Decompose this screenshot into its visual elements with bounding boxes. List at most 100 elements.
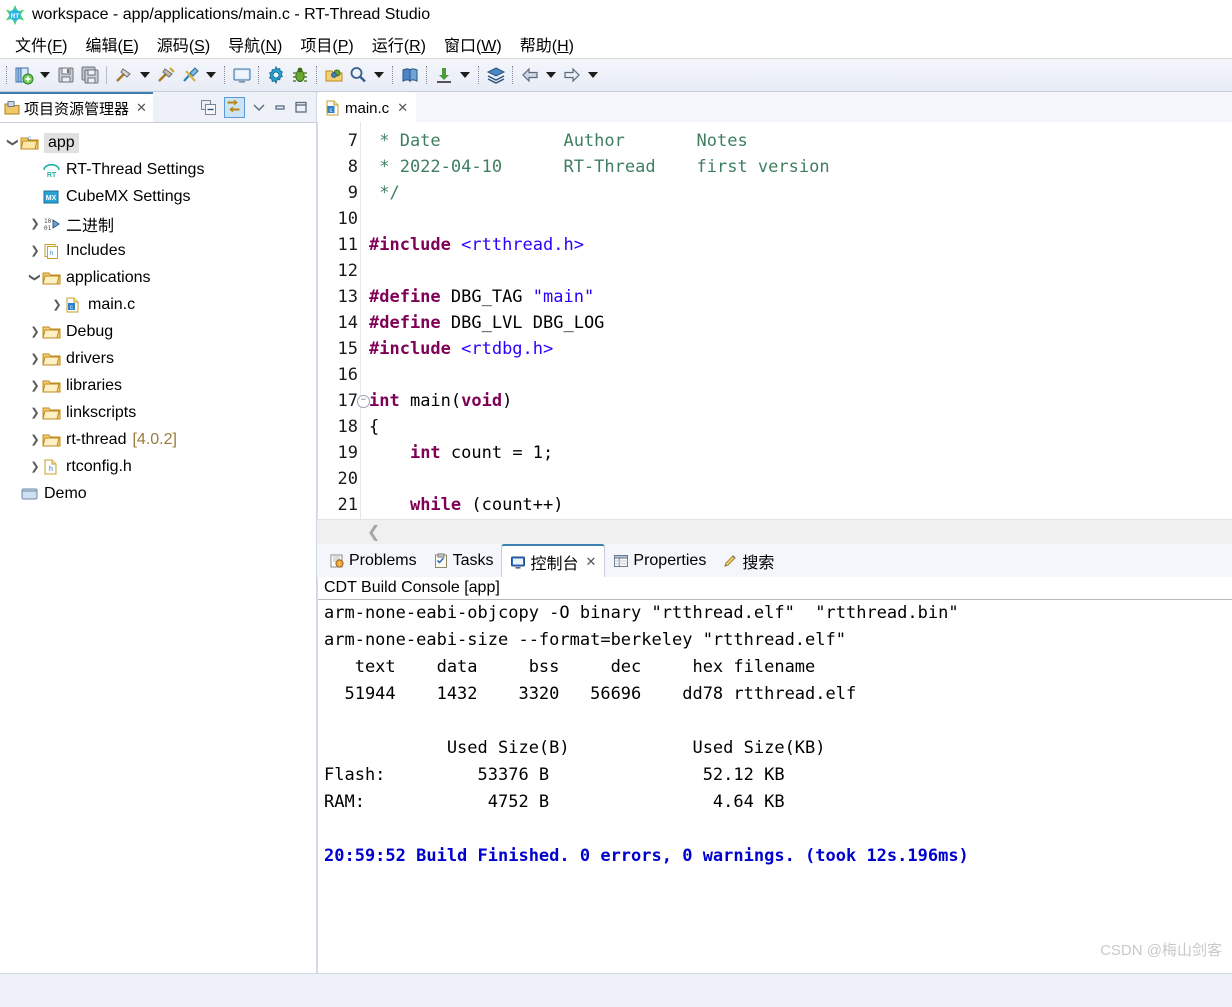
code-content[interactable]: * Date Author Notes * 2022-04-10 RT-Thre… xyxy=(360,122,1232,519)
maximize-view-icon[interactable] xyxy=(294,100,308,114)
code-line: * Date Author Notes xyxy=(369,128,1232,154)
chevron-down-icon[interactable]: ❯ xyxy=(7,136,20,150)
menu-navigate[interactable]: 导航(N) xyxy=(219,32,291,56)
clean-button[interactable] xyxy=(154,62,178,88)
code-line: { xyxy=(369,518,1232,519)
tab-main-c[interactable]: c main.c ✕ xyxy=(317,92,416,122)
tree-item-cubemx-settings[interactable]: MXCubeMX Settings xyxy=(0,183,316,210)
terminal-button[interactable] xyxy=(230,62,254,88)
code-line: #include <rtthread.h> xyxy=(369,232,1232,258)
tab-properties[interactable]: Properties xyxy=(605,544,714,577)
close-icon[interactable]: ✕ xyxy=(397,100,408,116)
tree-item-rtconfig-h[interactable]: ❯hrtconfig.h xyxy=(0,453,316,480)
search-pen-icon xyxy=(722,553,738,569)
tree-item-main-c[interactable]: ❯cmain.c xyxy=(0,291,316,318)
help-button[interactable] xyxy=(398,62,422,88)
chevron-right-icon[interactable]: ❯ xyxy=(28,379,42,392)
new-project-dropdown-icon[interactable] xyxy=(40,72,50,78)
tab-search[interactable]: 搜索 xyxy=(714,544,782,577)
toolbar-separator xyxy=(6,66,8,84)
open-resource-button[interactable] xyxy=(322,62,346,88)
search-dropdown-icon[interactable] xyxy=(374,72,384,78)
tree-item-applications[interactable]: ❯applications xyxy=(0,264,316,291)
chevron-right-icon[interactable]: ❯ xyxy=(28,217,42,230)
chevron-right-icon[interactable]: ❯ xyxy=(28,244,42,257)
collapse-all-icon[interactable] xyxy=(200,99,217,116)
tree-item-rt-thread[interactable]: ❯rt-thread[4.0.2] xyxy=(0,426,316,453)
menu-file[interactable]: 文件(F) xyxy=(6,32,76,56)
layers-button[interactable] xyxy=(484,62,508,88)
code-line xyxy=(369,206,1232,232)
console-output-line xyxy=(324,708,1232,735)
console-output-line: RAM: 4752 B 4.64 KB xyxy=(324,789,1232,816)
code-token: count = 1; xyxy=(451,443,553,463)
tab-project-explorer[interactable]: 项目资源管理器 ✕ xyxy=(0,92,153,122)
tree-item-drivers[interactable]: ❯drivers xyxy=(0,345,316,372)
download-dropdown-icon[interactable] xyxy=(460,72,470,78)
menu-help[interactable]: 帮助(H) xyxy=(511,32,583,56)
tree-item-linkscripts[interactable]: ❯linkscripts xyxy=(0,399,316,426)
close-icon[interactable]: ✕ xyxy=(586,554,597,570)
chevron-right-icon[interactable]: ❯ xyxy=(28,325,42,338)
back-dropdown-icon[interactable] xyxy=(546,72,556,78)
tree-item-libraries[interactable]: ❯libraries xyxy=(0,372,316,399)
build-config-dropdown-icon[interactable] xyxy=(206,72,216,78)
code-token: int xyxy=(369,391,410,411)
chevron-right-icon[interactable]: ❯ xyxy=(28,460,42,473)
close-icon[interactable]: ✕ xyxy=(136,100,147,116)
forward-dropdown-icon[interactable] xyxy=(588,72,598,78)
forward-button[interactable] xyxy=(560,62,584,88)
debug-button[interactable] xyxy=(288,62,312,88)
scroll-left-chevron-icon[interactable]: ❮ xyxy=(367,522,380,542)
tab-tasks[interactable]: Tasks xyxy=(425,544,502,577)
code-token: #include xyxy=(369,235,461,255)
chevron-right-icon[interactable]: ❯ xyxy=(28,406,42,419)
view-menu-chevron-icon[interactable] xyxy=(252,100,266,114)
menu-edit[interactable]: 编辑(E) xyxy=(76,32,147,56)
build-dropdown-icon[interactable] xyxy=(140,72,150,78)
editor-body[interactable]: 7891011121314151617−1819202122 * Date Au… xyxy=(317,122,1232,519)
build-button[interactable] xyxy=(112,62,136,88)
tree-item-rt-thread-settings[interactable]: RTRT-Thread Settings xyxy=(0,156,316,183)
code-line: */ xyxy=(369,180,1232,206)
tree-item-app[interactable]: ❯capp xyxy=(0,129,316,156)
console-output[interactable]: arm-none-eabi-objcopy -O binary "rtthrea… xyxy=(318,600,1232,973)
settings-button[interactable] xyxy=(264,62,288,88)
tree-item-debug[interactable]: ❯Debug xyxy=(0,318,316,345)
tab-console[interactable]: 控制台 ✕ xyxy=(501,544,605,577)
minimize-view-icon[interactable] xyxy=(273,100,287,114)
chevron-right-icon[interactable]: ❯ xyxy=(28,352,42,365)
menu-source[interactable]: 源码(S) xyxy=(148,32,219,56)
tree-item-label: RT-Thread Settings xyxy=(66,161,204,179)
tab-problems[interactable]: ! Problems xyxy=(321,544,425,577)
download-button[interactable] xyxy=(432,62,456,88)
menu-run[interactable]: 运行(R) xyxy=(363,32,435,56)
save-all-button[interactable] xyxy=(78,62,102,88)
code-line: #include <rtdbg.h> xyxy=(369,336,1232,362)
save-button[interactable] xyxy=(54,62,78,88)
problems-icon: ! xyxy=(329,553,345,569)
editor-horizontal-scrollbar[interactable]: ❮ xyxy=(317,519,1232,544)
chevron-right-icon[interactable]: ❯ xyxy=(50,298,64,311)
tree-item-[interactable]: ❯1001二进制 xyxy=(0,210,316,237)
tab-properties-label: Properties xyxy=(633,552,706,570)
menu-window[interactable]: 窗口(W) xyxy=(435,32,511,56)
new-project-button[interactable] xyxy=(12,62,36,88)
main-toolbar xyxy=(0,59,1232,92)
build-config-button[interactable] xyxy=(178,62,202,88)
back-button[interactable] xyxy=(518,62,542,88)
code-token: #define xyxy=(369,287,451,307)
console-tab-row: ! Problems Tasks xyxy=(317,544,1232,577)
fold-collapse-icon[interactable]: − xyxy=(357,395,370,408)
link-with-editor-icon[interactable] xyxy=(224,97,245,118)
project-tree[interactable]: ❯cappRTRT-Thread SettingsMXCubeMX Settin… xyxy=(0,123,316,973)
tree-item-demo[interactable]: Demo xyxy=(0,480,316,507)
tree-item-includes[interactable]: ❯hIncludes xyxy=(0,237,316,264)
search-button[interactable] xyxy=(346,62,370,88)
svg-text:h: h xyxy=(50,251,53,257)
project-explorer-toolbar xyxy=(192,92,316,122)
chevron-right-icon[interactable]: ❯ xyxy=(28,433,42,446)
main-area: 项目资源管理器 ✕ xyxy=(0,92,1232,973)
menu-project[interactable]: 项目(P) xyxy=(291,32,362,56)
chevron-down-icon[interactable]: ❯ xyxy=(29,271,42,285)
